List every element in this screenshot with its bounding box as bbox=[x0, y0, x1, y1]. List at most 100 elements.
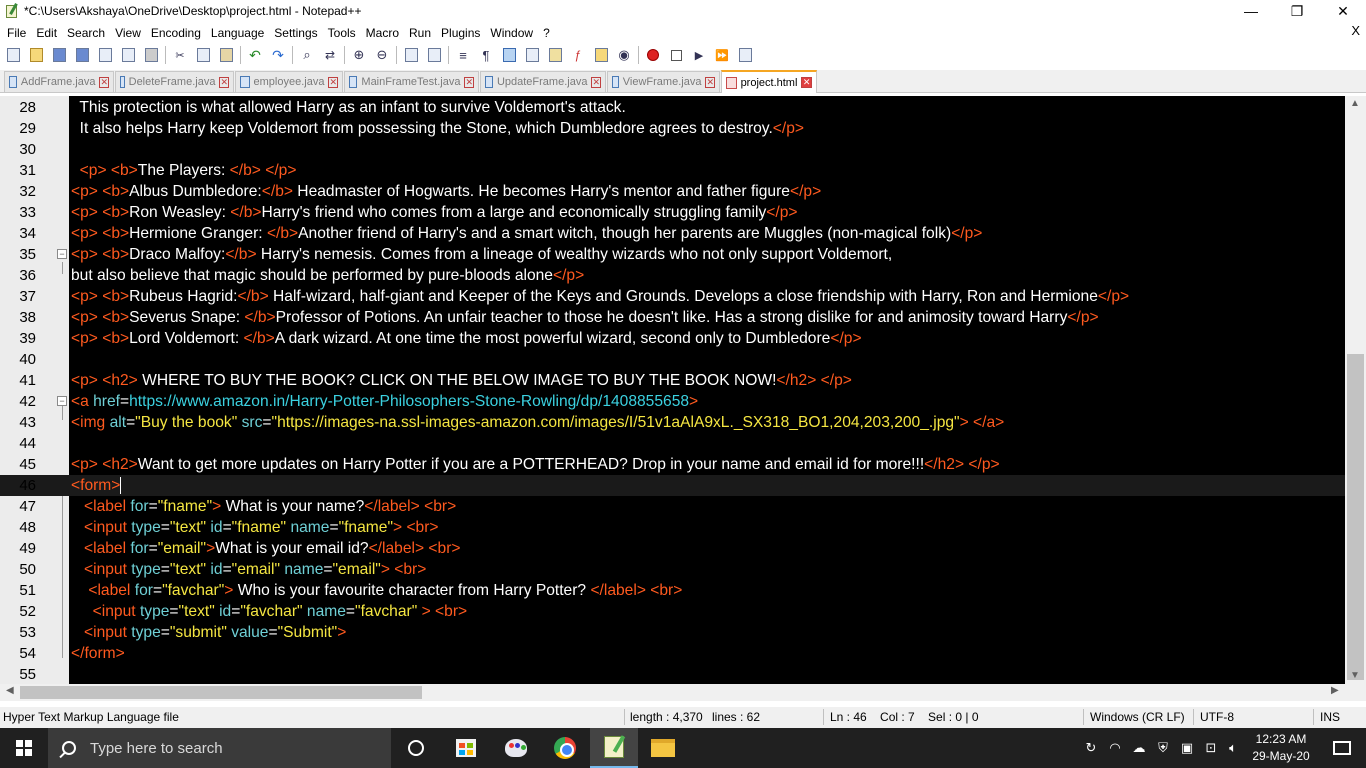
save-macro-icon[interactable] bbox=[736, 46, 754, 64]
code-line[interactable]: 29 It also helps Harry keep Voldemort fr… bbox=[0, 118, 1345, 139]
scroll-down-icon[interactable]: ▼ bbox=[1350, 670, 1360, 681]
close-all-icon[interactable] bbox=[119, 46, 137, 64]
onedrive-icon[interactable]: ☁ bbox=[1128, 728, 1150, 768]
code-line[interactable]: 35 <p> <b>Draco Malfoy:</b> Harry's nemes… bbox=[0, 244, 1345, 265]
volume-icon[interactable]: 🔈︎ bbox=[1222, 728, 1244, 768]
tab-close-icon[interactable]: ✕ bbox=[464, 76, 474, 88]
word-wrap-icon[interactable]: ≡ bbox=[454, 46, 472, 64]
playback-macro-icon[interactable]: ▶ bbox=[690, 46, 708, 64]
tab-viewframe[interactable]: ViewFrame.java ✕ bbox=[607, 71, 720, 92]
print-icon[interactable] bbox=[142, 46, 160, 64]
action-center-button[interactable] bbox=[1318, 728, 1366, 768]
code-line[interactable]: 52 <input type="text" id="favchar" name=… bbox=[0, 601, 1345, 622]
horizontal-scrollbar[interactable]: ◀ ▶ bbox=[0, 684, 1345, 701]
menu-tools[interactable]: Tools bbox=[323, 26, 361, 40]
taskbar-notepad-plus-plus[interactable] bbox=[590, 728, 638, 768]
tab-close-icon[interactable]: ✕ bbox=[801, 77, 812, 88]
folder-as-workspace-icon[interactable] bbox=[592, 46, 610, 64]
taskbar-search-box[interactable]: Type here to search bbox=[48, 728, 391, 768]
document-map-icon[interactable] bbox=[546, 46, 564, 64]
menu-settings[interactable]: Settings bbox=[269, 26, 322, 40]
code-line[interactable]: 30 bbox=[0, 139, 1345, 160]
tab-mainframetest[interactable]: MainFrameTest.java ✕ bbox=[344, 71, 479, 92]
code-line[interactable]: 46 <form> bbox=[0, 475, 1345, 496]
code-line[interactable]: 55 bbox=[0, 664, 1345, 684]
code-line[interactable]: 39 <p> <b>Lord Voldemort: </b>A dark wiza… bbox=[0, 328, 1345, 349]
menu-run[interactable]: Run bbox=[404, 26, 436, 40]
menu-plugins[interactable]: Plugins bbox=[436, 26, 485, 40]
sync-horizontal-icon[interactable] bbox=[425, 46, 443, 64]
taskbar-file-explorer[interactable] bbox=[639, 728, 687, 768]
code-line[interactable]: 42 <a href=https://www.amazon.in/Harry-Po… bbox=[0, 391, 1345, 412]
code-line[interactable]: 28 This protection is what allowed Harry… bbox=[0, 97, 1345, 118]
code-line[interactable]: 38 <p> <b>Severus Snape: </b>Professor of… bbox=[0, 307, 1345, 328]
code-line[interactable]: 47 <label for="fname"> What is your name… bbox=[0, 496, 1345, 517]
tray-sync-icon[interactable]: ↻ bbox=[1080, 728, 1102, 768]
taskbar-clock[interactable]: 12:23 AM 29-May-20 bbox=[1247, 731, 1315, 765]
redo-icon[interactable]: ↷ bbox=[269, 46, 287, 64]
tab-addframe[interactable]: AddFrame.java ✕ bbox=[4, 71, 114, 92]
close-document-button[interactable]: X bbox=[1351, 23, 1360, 38]
vertical-scrollbar[interactable]: ▲ ▼ bbox=[1345, 96, 1366, 684]
tab-project-html[interactable]: project.html ✕ bbox=[721, 70, 817, 93]
indent-guide-icon[interactable] bbox=[500, 46, 518, 64]
zoom-out-icon[interactable]: ⊖ bbox=[373, 46, 391, 64]
status-encoding[interactable]: UTF-8 bbox=[1200, 710, 1234, 724]
code-line[interactable]: 45 <p> <h2>Want to get more updates on Ha… bbox=[0, 454, 1345, 475]
save-icon[interactable] bbox=[50, 46, 68, 64]
code-line[interactable]: 49 <label for="email">What is your email… bbox=[0, 538, 1345, 559]
replace-icon[interactable]: ⇄ bbox=[321, 46, 339, 64]
menu-encoding[interactable]: Encoding bbox=[146, 26, 206, 40]
vertical-scroll-thumb[interactable] bbox=[1347, 354, 1364, 680]
status-eol[interactable]: Windows (CR LF) bbox=[1090, 710, 1185, 724]
code-line[interactable]: 50 <input type="text" id="email" name="e… bbox=[0, 559, 1345, 580]
scroll-left-icon[interactable]: ◀ bbox=[6, 685, 14, 696]
stop-recording-icon[interactable] bbox=[667, 46, 685, 64]
code-line[interactable]: 37 <p> <b>Rubeus Hagrid:</b> Half-wizard,… bbox=[0, 286, 1345, 307]
code-editor[interactable]: − − − 28 This protection is what allowed… bbox=[0, 96, 1345, 684]
start-button[interactable] bbox=[0, 728, 48, 768]
code-line[interactable]: 34 <p> <b>Hermione Granger: </b>Another f… bbox=[0, 223, 1345, 244]
paste-icon[interactable] bbox=[217, 46, 235, 64]
tab-employee[interactable]: employee.java ✕ bbox=[235, 71, 343, 92]
show-all-characters-icon[interactable]: ¶ bbox=[477, 46, 495, 64]
taskbar-paint[interactable] bbox=[492, 728, 540, 768]
minimize-button[interactable]: — bbox=[1228, 0, 1274, 22]
tab-close-icon[interactable]: ✕ bbox=[219, 76, 229, 88]
new-file-icon[interactable] bbox=[4, 46, 22, 64]
code-line[interactable]: 54 </form> bbox=[0, 643, 1345, 664]
scroll-up-icon[interactable]: ▲ bbox=[1350, 98, 1360, 109]
menu-edit[interactable]: Edit bbox=[31, 26, 62, 40]
copy-icon[interactable] bbox=[194, 46, 212, 64]
code-line[interactable]: 44 bbox=[0, 433, 1345, 454]
undo-icon[interactable]: ↶ bbox=[246, 46, 264, 64]
wifi-icon[interactable]: ◠ bbox=[1104, 728, 1126, 768]
save-all-icon[interactable] bbox=[73, 46, 91, 64]
tab-close-icon[interactable]: ✕ bbox=[99, 76, 109, 88]
task-view-button[interactable] bbox=[392, 728, 440, 768]
horizontal-scroll-thumb[interactable] bbox=[20, 686, 422, 699]
tab-deleteframe[interactable]: DeleteFrame.java ✕ bbox=[115, 71, 234, 92]
code-line[interactable]: 31 <p> <b>The Players: </b> </p> bbox=[0, 160, 1345, 181]
code-line[interactable]: 33 <p> <b>Ron Weasley: </b>Harry's friend… bbox=[0, 202, 1345, 223]
code-line[interactable]: 43 <img alt="Buy the book" src="https://i… bbox=[0, 412, 1345, 433]
restore-button[interactable]: ❐ bbox=[1274, 0, 1320, 22]
tab-close-icon[interactable]: ✕ bbox=[328, 76, 338, 88]
menu-help[interactable]: ? bbox=[538, 26, 555, 40]
record-macro-icon[interactable] bbox=[644, 46, 662, 64]
code-line[interactable]: 40 bbox=[0, 349, 1345, 370]
define-language-icon[interactable] bbox=[523, 46, 541, 64]
menu-search[interactable]: Search bbox=[62, 26, 110, 40]
status-insert-mode[interactable]: INS bbox=[1320, 710, 1340, 724]
menu-file[interactable]: File bbox=[2, 26, 31, 40]
code-line[interactable]: 36 but also believe that magic should be … bbox=[0, 265, 1345, 286]
defender-icon[interactable]: ⛨ bbox=[1152, 728, 1174, 768]
code-line[interactable]: 32 <p> <b>Albus Dumbledore:</b> Headmaste… bbox=[0, 181, 1345, 202]
function-list-icon[interactable]: ƒ bbox=[569, 46, 587, 64]
tab-close-icon[interactable]: ✕ bbox=[705, 76, 715, 88]
close-button[interactable]: ✕ bbox=[1320, 0, 1366, 22]
scroll-right-icon[interactable]: ▶ bbox=[1331, 685, 1339, 696]
code-line[interactable]: 41 <p> <h2> WHERE TO BUY THE BOOK? CLICK … bbox=[0, 370, 1345, 391]
open-file-icon[interactable] bbox=[27, 46, 45, 64]
close-file-icon[interactable] bbox=[96, 46, 114, 64]
